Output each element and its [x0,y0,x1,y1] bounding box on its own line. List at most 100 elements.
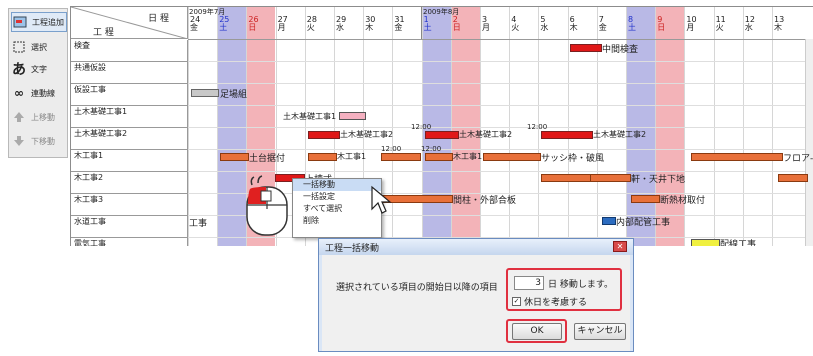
link-line-icon: ∞ [14,86,24,100]
process-row-label[interactable]: 土木基礎工事1 [71,106,188,128]
row-divider [188,105,813,106]
process-row-label[interactable]: 共通仮設 [71,62,188,84]
bar-woodwork1-c[interactable] [425,153,453,161]
bar-woodwork2-b[interactable] [778,174,808,182]
bar-foundation2-a[interactable] [308,131,340,139]
date-header-label: 日 程 [148,14,169,24]
bar-label-foundation1: 土木基礎工事1 [283,112,337,121]
weekday-label: 金 [190,23,198,32]
day-header: 30 木 [365,16,375,32]
context-menu-item-bulk-settings[interactable]: 一括設定 [293,191,381,203]
day-header: 31 金 [394,16,404,32]
day-header: 8土 [628,16,636,32]
process-row-label[interactable]: 水道工事 [71,216,188,238]
dialog-close-button[interactable]: ✕ [613,241,627,252]
weekday-label: 金 [394,23,403,32]
process-row-label[interactable]: 木工事1 [71,150,188,172]
text-button[interactable]: あ 文字 [11,59,67,79]
row-divider [188,61,813,62]
bar-woodwork1-b[interactable] [381,153,421,161]
consider-holidays-checkbox[interactable]: ✓ 休日を考慮する [512,295,587,308]
bar-label-sill-install: 土台据付 [249,154,286,164]
move-up-button[interactable]: 上移動 [11,107,67,127]
select-icon [11,39,27,55]
bar-foundation1[interactable] [339,112,366,120]
select-button[interactable]: 選択 [11,37,67,57]
link-line-button[interactable]: ∞ 連動線 [11,83,67,103]
context-menu-item-delete[interactable]: 削除 [293,215,381,227]
bar-eaves-ceiling[interactable] [590,174,631,182]
header-divider [188,39,813,40]
bar-sash-frame[interactable] [483,153,541,161]
day-header: 24 金 [190,16,200,32]
left-toolbar: 工程追加 選択 あ 文字 ∞ 連動線 上移動 下移動 [8,8,68,158]
day-header: 9日 [657,16,665,32]
process-row-label[interactable]: 土木基礎工事2 [71,128,188,150]
row-divider [188,127,813,128]
day-header: 5水 [540,16,548,32]
cancel-button[interactable]: キャンセル [574,323,626,340]
bar-flooring[interactable] [691,153,783,161]
process-row-label[interactable]: 木工事2 [71,172,188,194]
day-header: 1土 [424,16,432,32]
bar-wiring[interactable] [691,239,720,246]
bulk-move-dialog: 工程一括移動 ✕ 選択されている項目の開始日以降の項目 3 日 移動します。 ✓… [318,238,634,352]
process-row-label[interactable]: 電気工事 [71,238,188,246]
bar-label-foundation2-c: 土木基礎工事2 [593,130,647,139]
process-row-label[interactable]: 木工事3 [71,194,188,216]
bar-internal-piping[interactable] [602,217,616,225]
add-process-label: 工程追加 [32,17,64,27]
bar-foundation2-b[interactable] [425,131,459,139]
bar-sill-install[interactable] [220,153,249,161]
process-row-label[interactable]: 検査 [71,40,188,62]
context-menu-item-select-all[interactable]: すべて選択 [293,203,381,215]
context-menu-item-bulk-move[interactable]: 一括移動 [293,179,381,191]
dialog-title: 工程一括移動 [325,244,380,254]
weekday-label: 土 [628,23,636,32]
day-header: 2日 [453,16,461,32]
bar-insulation[interactable] [631,195,660,203]
add-process-icon [12,14,28,30]
move-down-icon [11,133,27,149]
time-label-1: 12:00 [411,123,432,131]
day-header: 10 月 [686,16,696,32]
bar-label-eaves-ceiling: 軒・天井下地 [631,175,686,185]
month-divider [421,7,422,39]
day-header: 29 水 [336,16,346,32]
dialog-message: 選択されている項目の開始日以降の項目 [336,283,498,293]
process-row-label[interactable]: 仮設工事 [71,84,188,106]
weekday-label: 日 [248,23,257,32]
bar-foundation2-c[interactable] [541,131,593,139]
ok-button[interactable]: OK [512,323,562,340]
bar-woodwork1-a[interactable] [308,153,337,161]
move-down-button[interactable]: 下移動 [11,131,67,151]
bar-midterm-inspection[interactable] [570,44,602,52]
day-header: 27 月 [278,16,288,32]
bar-scaffolding[interactable] [191,89,219,97]
process-header-label: 工 程 [93,28,114,38]
bar-label-studs-sheathing: 間柱・外部合板 [453,196,517,206]
bar-label-woodwork1-c: 木工事1 [453,152,483,161]
weekday-label: 月 [277,23,286,32]
weekday-label: 月 [482,23,490,32]
weekday-label: 水 [744,23,753,32]
add-process-button[interactable]: 工程追加 [11,12,67,32]
grid-corner-header: 日 程 工 程 [71,7,188,39]
row-divider [188,171,813,172]
time-label-4: 12:00 [421,145,442,153]
weekday-label: 火 [306,23,315,32]
day-header: 11 火 [716,16,726,32]
day-header: 26 日 [248,16,258,32]
time-label-3: 12:00 [381,145,402,153]
weekday-label: 日 [452,23,461,32]
weekday-label: 土 [219,23,228,32]
bar-label-scaffolding: 足場組 [220,90,248,100]
gantt-grid[interactable]: 24 金 25 土 26 日 27 月 28 火 29 水 30 木 31 金 1 土 2 日 3 月 4 火 5 水 6 木 7 金 8 土… [70,6,813,246]
mouse-illustration-icon [246,175,288,236]
vertical-scrollbar[interactable] [805,39,813,246]
weekday-label: 月 [686,23,695,32]
dialog-body: 選択されている項目の開始日以降の項目 3 日 移動します。 ✓ 休日を考慮する … [322,255,630,351]
move-days-input[interactable]: 3 [514,276,544,290]
row-divider [188,83,813,84]
dialog-titlebar: 工程一括移動 ✕ [319,239,633,255]
